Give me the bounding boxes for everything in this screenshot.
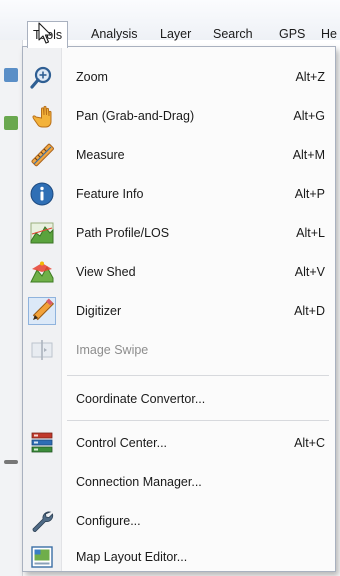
menu-item-coordinate-convertor[interactable]: Coordinate Convertor... (23, 381, 335, 417)
menu-help[interactable]: He (321, 26, 337, 42)
menu-item-feature-info[interactable]: Feature Info Alt+P (23, 176, 335, 212)
view-shed-icon (30, 260, 54, 284)
menu-item-shortcut: Alt+D (294, 304, 325, 318)
menu-item-shortcut: Alt+L (296, 226, 325, 240)
tools-dropdown-menu: Zoom Alt+Z Pan (Grab-and-Drag) Alt+G Mea… (22, 46, 336, 572)
menu-item-label: Map Layout Editor... (76, 550, 188, 564)
menu-item-label: Zoom (76, 70, 108, 84)
ruler-icon (30, 143, 54, 167)
mouse-cursor-icon (38, 22, 52, 44)
pencil-icon (28, 297, 56, 325)
hand-icon (30, 104, 54, 128)
menu-item-configure[interactable]: Configure... (23, 503, 335, 539)
menu-item-connection-manager[interactable]: Connection Manager... (23, 464, 335, 500)
menu-item-shortcut: Alt+G (293, 109, 325, 123)
menu-item-pan[interactable]: Pan (Grab-and-Drag) Alt+G (23, 98, 335, 134)
menu-item-label: Connection Manager... (76, 475, 202, 489)
background-toolbar (0, 40, 23, 576)
menu-item-label: Configure... (76, 514, 141, 528)
toolbar-icon (4, 68, 18, 82)
menu-gps[interactable]: GPS (279, 26, 305, 42)
menu-item-label: Image Swipe (76, 343, 149, 357)
menu-item-label: View Shed (76, 265, 136, 279)
menu-item-shortcut: Alt+M (292, 148, 325, 162)
menu-item-image-swipe[interactable]: Image Swipe (23, 332, 335, 368)
menu-layer[interactable]: Layer (160, 26, 191, 42)
menu-item-digitizer[interactable]: Digitizer Alt+D (23, 293, 335, 329)
toolbar-icon (4, 116, 18, 130)
menu-item-label: Pan (Grab-and-Drag) (76, 109, 195, 123)
menu-item-label: Path Profile/LOS (76, 226, 170, 240)
menu-item-label: Control Center... (76, 436, 168, 450)
control-center-icon (30, 431, 54, 455)
menu-item-view-shed[interactable]: View Shed Alt+V (23, 254, 335, 290)
menu-item-map-layout-editor[interactable]: Map Layout Editor... (23, 542, 335, 572)
menu-item-shortcut: Alt+V (294, 265, 325, 279)
menu-item-label: Digitizer (76, 304, 122, 318)
path-profile-icon (30, 221, 54, 245)
info-icon (30, 182, 54, 206)
menu-item-label: Measure (76, 148, 125, 162)
menu-analysis[interactable]: Analysis (91, 26, 138, 42)
menu-item-measure[interactable]: Measure Alt+M (23, 137, 335, 173)
menu-item-shortcut: Alt+Z (295, 70, 325, 84)
menu-item-label: Coordinate Convertor... (76, 392, 206, 406)
menu-item-control-center[interactable]: Control Center... Alt+C (23, 425, 335, 461)
image-swipe-icon (30, 338, 54, 362)
menu-search[interactable]: Search (213, 26, 253, 42)
menu-item-zoom[interactable]: Zoom Alt+Z (23, 59, 335, 95)
map-layout-icon (30, 545, 54, 569)
menu-separator (67, 375, 329, 376)
wrench-icon (30, 509, 54, 533)
menu-item-label: Feature Info (76, 187, 144, 201)
zoom-icon (30, 65, 54, 89)
menu-item-shortcut: Alt+C (294, 436, 325, 450)
menu-item-path-profile[interactable]: Path Profile/LOS Alt+L (23, 215, 335, 251)
menu-item-shortcut: Alt+P (294, 187, 325, 201)
toolbar-icon (4, 460, 18, 464)
menu-separator (67, 420, 329, 421)
